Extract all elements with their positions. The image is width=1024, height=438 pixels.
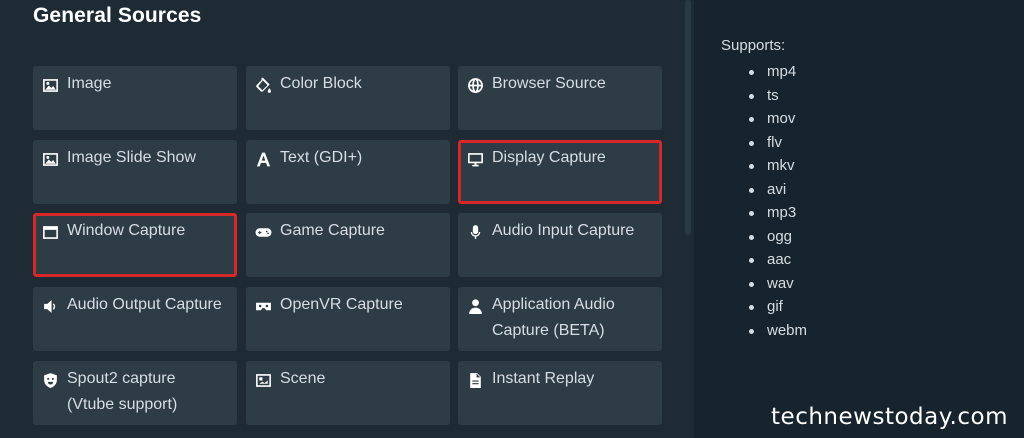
shield-icon [41,371,59,389]
source-label: Image Slide Show [67,149,196,166]
format-item: wav [740,272,807,296]
source-label: Instant Replay [492,370,595,387]
paint-bucket-icon [254,76,272,94]
source-tile-browser-source[interactable]: Browser Source [458,66,662,130]
source-tile-text-gdi[interactable]: Text (GDI+) [246,140,450,204]
source-label: Scene [280,370,326,387]
file-icon [466,371,484,389]
supports-title: Supports: [721,37,786,54]
source-tile-instant-replay[interactable]: Instant Replay [458,361,662,425]
source-label: Application Audio Capture (BETA) [492,296,615,339]
gamepad-icon [254,223,272,241]
format-item: mp3 [740,201,807,225]
globe-icon [466,76,484,94]
scrollbar-thumb[interactable] [685,0,691,235]
source-tile-openvr-capture[interactable]: OpenVR Capture [246,287,450,351]
source-label: Audio Output Capture [67,296,222,313]
section-title: General Sources [33,4,202,27]
source-label: Color Block [280,75,362,92]
text-a-icon [254,150,272,168]
source-label: Audio Input Capture [492,222,635,239]
format-item: ogg [740,225,807,249]
format-item: webm [740,319,807,343]
source-tile-image[interactable]: Image [33,66,237,130]
source-tile-game-capture[interactable]: Game Capture [246,213,450,277]
source-tile-audio-output-capture[interactable]: Audio Output Capture [33,287,237,351]
source-label: Display Capture [492,149,606,166]
sources-panel: General Sources Image Color Block Browse… [0,0,694,438]
source-label: Game Capture [280,222,385,239]
source-tile-application-audio-capture[interactable]: Application Audio Capture (BETA) [458,287,662,351]
image-icon [41,150,59,168]
speaker-icon [41,297,59,315]
source-tile-color-block[interactable]: Color Block [246,66,450,130]
monitor-icon [466,150,484,168]
microphone-icon [466,223,484,241]
source-label: Spout2 capture (Vtube support) [67,370,178,413]
source-tile-spout2-capture[interactable]: Spout2 capture (Vtube support) [33,361,237,425]
source-label: Image [67,75,112,92]
source-tile-scene[interactable]: Scene [246,361,450,425]
window-icon [41,223,59,241]
image-icon [41,76,59,94]
supported-formats-list: mp4 ts mov flv mkv avi mp3 ogg aac wav g… [740,60,807,342]
source-tile-window-capture[interactable]: Window Capture [33,213,237,277]
format-item: mkv [740,154,807,178]
format-item: ts [740,84,807,108]
source-label: Text (GDI+) [280,149,363,166]
source-tile-image-slide-show[interactable]: Image Slide Show [33,140,237,204]
watermark-text: technewstoday.com [771,404,1008,430]
user-icon [466,297,484,315]
scene-icon [254,371,272,389]
format-item: aac [740,248,807,272]
format-item: flv [740,131,807,155]
source-info-panel: Supports: mp4 ts mov flv mkv avi mp3 ogg… [694,0,1024,438]
source-tile-audio-input-capture[interactable]: Audio Input Capture [458,213,662,277]
source-label: Browser Source [492,75,606,92]
source-label: Window Capture [67,222,186,239]
format-item: mp4 [740,60,807,84]
vr-headset-icon [254,297,272,315]
format-item: mov [740,107,807,131]
format-item: avi [740,178,807,202]
source-tile-display-capture[interactable]: Display Capture [458,140,662,204]
format-item: gif [740,295,807,319]
source-label: OpenVR Capture [280,296,403,313]
